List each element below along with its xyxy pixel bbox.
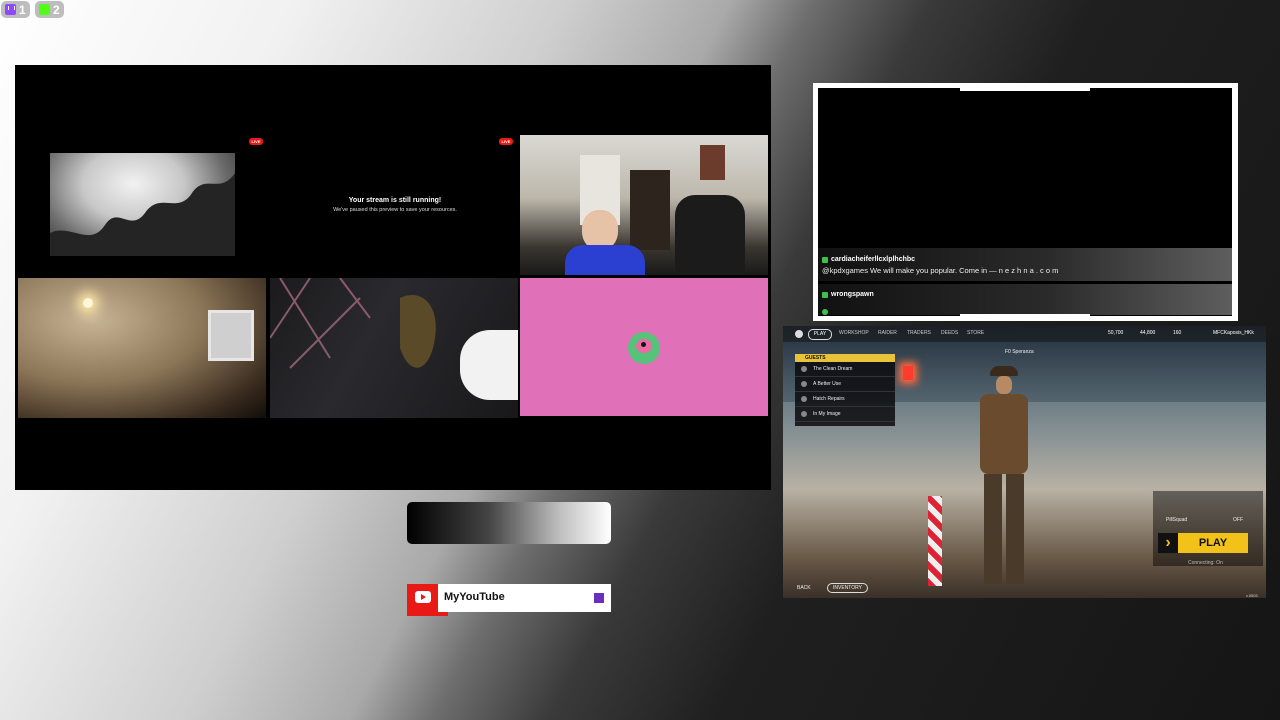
chevron-right-icon: › bbox=[1158, 533, 1178, 553]
chat-badge-icon bbox=[822, 291, 828, 298]
game-resource-1: 50,700 bbox=[1108, 330, 1124, 336]
live-badge-1: LIVE bbox=[249, 138, 263, 145]
game-player-id: MFCKaposis_HKk bbox=[1213, 330, 1254, 336]
game-light bbox=[903, 366, 913, 380]
guest-item[interactable]: Hatch Repairs bbox=[795, 392, 895, 407]
streamer-face bbox=[582, 210, 618, 250]
game-character bbox=[968, 366, 1038, 596]
chat-badge-icon bbox=[822, 256, 828, 263]
gradient-bar bbox=[407, 502, 611, 544]
chat-message-2: wrongspawn bbox=[818, 284, 1232, 315]
mode-state[interactable]: OFF bbox=[1233, 517, 1243, 523]
stream-tile-webcam[interactable] bbox=[520, 135, 768, 275]
avatar-icon bbox=[628, 332, 660, 364]
chat-username: cardiacheiferllcxlplhchbc bbox=[831, 256, 916, 263]
stream-tile-room[interactable] bbox=[18, 278, 266, 418]
game-resource-3: 160 bbox=[1173, 330, 1182, 336]
youtube-icon bbox=[415, 591, 431, 603]
game-tab-deeds[interactable]: DEEDS bbox=[941, 330, 958, 336]
guest-item[interactable]: In My Image bbox=[795, 407, 895, 422]
chat-username: wrongspawn bbox=[831, 291, 874, 298]
youtube-underline bbox=[407, 612, 448, 616]
chat-bottom-notch bbox=[960, 314, 1090, 318]
game-top-bar: PLAY WORKSHOP RAIDER TRADERS DEEDS STORE… bbox=[783, 326, 1266, 342]
game-play-button[interactable]: › PLAY bbox=[1158, 533, 1248, 553]
game-tab-traders[interactable]: TRADERS bbox=[907, 330, 931, 336]
youtube-label: MyYouTube bbox=[444, 591, 505, 603]
game-tab-raider[interactable]: RAIDER bbox=[878, 330, 897, 336]
poster-shape bbox=[700, 145, 725, 180]
stream-tile-avatar[interactable] bbox=[520, 278, 768, 416]
guests-title: GUESTS bbox=[795, 354, 895, 362]
game-tab-workshop[interactable]: WORKSHOP bbox=[839, 330, 869, 336]
chat-text: @kpdxgames We will make you popular. Com… bbox=[822, 266, 1059, 275]
stream-tile-dark[interactable] bbox=[270, 278, 518, 418]
back-button[interactable]: BACK bbox=[797, 585, 811, 591]
inventory-button[interactable]: INVENTORY bbox=[827, 583, 868, 593]
game-tab-store[interactable]: STORE bbox=[967, 330, 984, 336]
lamp-light bbox=[83, 298, 93, 308]
streamer-shirt bbox=[565, 245, 645, 275]
chat-panel bbox=[818, 88, 1232, 316]
guests-panel: GUESTS The Clean Dream A Better Use Hatc… bbox=[795, 354, 895, 426]
game-barrier bbox=[928, 496, 942, 586]
purple-square-icon bbox=[594, 593, 604, 603]
live-badge-2: LIVE bbox=[499, 138, 513, 145]
chat-top-notch bbox=[960, 87, 1090, 91]
wall-picture bbox=[208, 310, 254, 361]
stream-tile-paused[interactable]: Your stream is still running! We've paus… bbox=[270, 145, 520, 275]
guest-item[interactable]: A Better Use bbox=[795, 377, 895, 392]
kick-count: 2 bbox=[53, 2, 60, 17]
chat-emote-icon bbox=[822, 309, 828, 315]
build-version: v.5505 bbox=[1246, 593, 1258, 598]
twitch-count: 1 bbox=[19, 2, 26, 17]
kick-viewer-counter: 2 bbox=[35, 1, 64, 18]
paused-title: Your stream is still running! bbox=[348, 197, 442, 204]
shelf-shape bbox=[630, 170, 670, 250]
white-object bbox=[460, 330, 518, 400]
guest-item[interactable]: The Clean Dream bbox=[795, 362, 895, 377]
twitch-icon bbox=[5, 4, 16, 15]
chair-shape bbox=[675, 195, 745, 275]
chat-message-1: cardiacheiferllcxlplhchbc @kpdxgames We … bbox=[818, 248, 1232, 281]
kick-icon bbox=[39, 4, 50, 15]
game-tab-play[interactable]: PLAY bbox=[808, 329, 832, 340]
game-capture[interactable]: PLAY WORKSHOP RAIDER TRADERS DEEDS STORE… bbox=[783, 326, 1266, 598]
play-panel bbox=[1153, 491, 1263, 566]
foliage-shape bbox=[50, 173, 235, 256]
multistream-stage: LIVE Your stream is still running! We've… bbox=[15, 65, 771, 490]
game-resource-2: 44,800 bbox=[1140, 330, 1156, 336]
stream-tile-1[interactable] bbox=[50, 153, 235, 256]
mode-label: PillSquad bbox=[1166, 517, 1188, 523]
player-name: F0 Speranza bbox=[1005, 349, 1034, 355]
game-logo-icon bbox=[795, 330, 803, 338]
paused-subtitle: We've paused this preview to save your r… bbox=[333, 207, 457, 213]
server-status: Connecting: On bbox=[1188, 560, 1223, 566]
twitch-viewer-counter: 1 bbox=[1, 1, 30, 18]
